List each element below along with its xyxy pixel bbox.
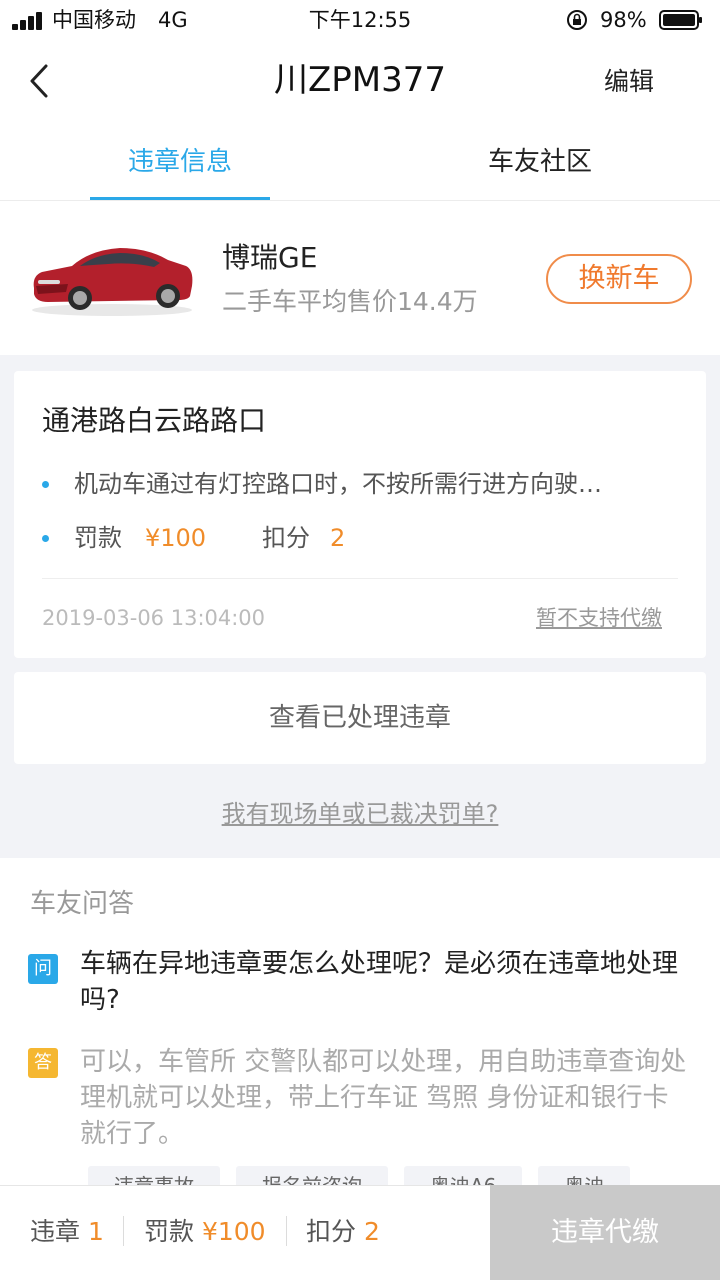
fine-label: 罚款: [74, 524, 122, 552]
renew-car-button[interactable]: 换新车: [546, 254, 692, 304]
answer-text: 可以，车管所 交警队都可以处理，用自助违章查询处理机就可以处理，带上行车证 驾照…: [80, 1047, 687, 1149]
divider: [123, 1216, 124, 1246]
points-label: 扣分: [262, 524, 310, 552]
qa-heading: 车友问答: [30, 889, 135, 919]
answer-badge: 答: [28, 1048, 58, 1078]
violation-datetime: 2019-03-06 13:04:00: [42, 606, 266, 630]
edit-button[interactable]: 编辑: [604, 62, 654, 102]
question-text[interactable]: 车辆在异地违章要怎么处理呢？是必须在违章地处理吗?: [80, 946, 690, 1018]
summary-points: 扣分 2: [306, 1217, 380, 1246]
battery-percent: 98%: [600, 8, 647, 32]
violation-location: 通港路白云路路口: [42, 404, 267, 437]
car-model: 博瑞GE: [222, 241, 318, 274]
summary-violations: 违章 1: [30, 1217, 104, 1246]
bullet-icon: [42, 481, 49, 488]
car-image: [32, 248, 193, 316]
summary-fine: 罚款 ¥100: [144, 1217, 266, 1246]
tab-community[interactable]: 车友社区: [360, 136, 720, 200]
view-processed-violations-button[interactable]: 查看已处理违章: [14, 672, 706, 764]
battery-icon: [659, 10, 702, 30]
divider: [42, 578, 678, 579]
bullet-icon: [42, 535, 49, 542]
points-value: 2: [330, 524, 346, 552]
fine-value: ¥100: [145, 524, 207, 552]
question-badge: 问: [28, 954, 58, 984]
onsite-ticket-link[interactable]: 我有现场单或已裁决罚单?: [0, 794, 720, 834]
car-average-price: 二手车平均售价14.4万: [222, 287, 478, 316]
divider: [286, 1216, 287, 1246]
payment-status-link[interactable]: 暂不支持代缴: [536, 602, 662, 634]
rotation-lock-icon: [567, 10, 587, 30]
tab-violation-info[interactable]: 违章信息: [0, 136, 360, 200]
violation-description: 机动车通过有灯控路口时，不按所需行进方向驶…: [74, 470, 602, 498]
pay-violation-button[interactable]: 违章代缴: [490, 1185, 720, 1280]
